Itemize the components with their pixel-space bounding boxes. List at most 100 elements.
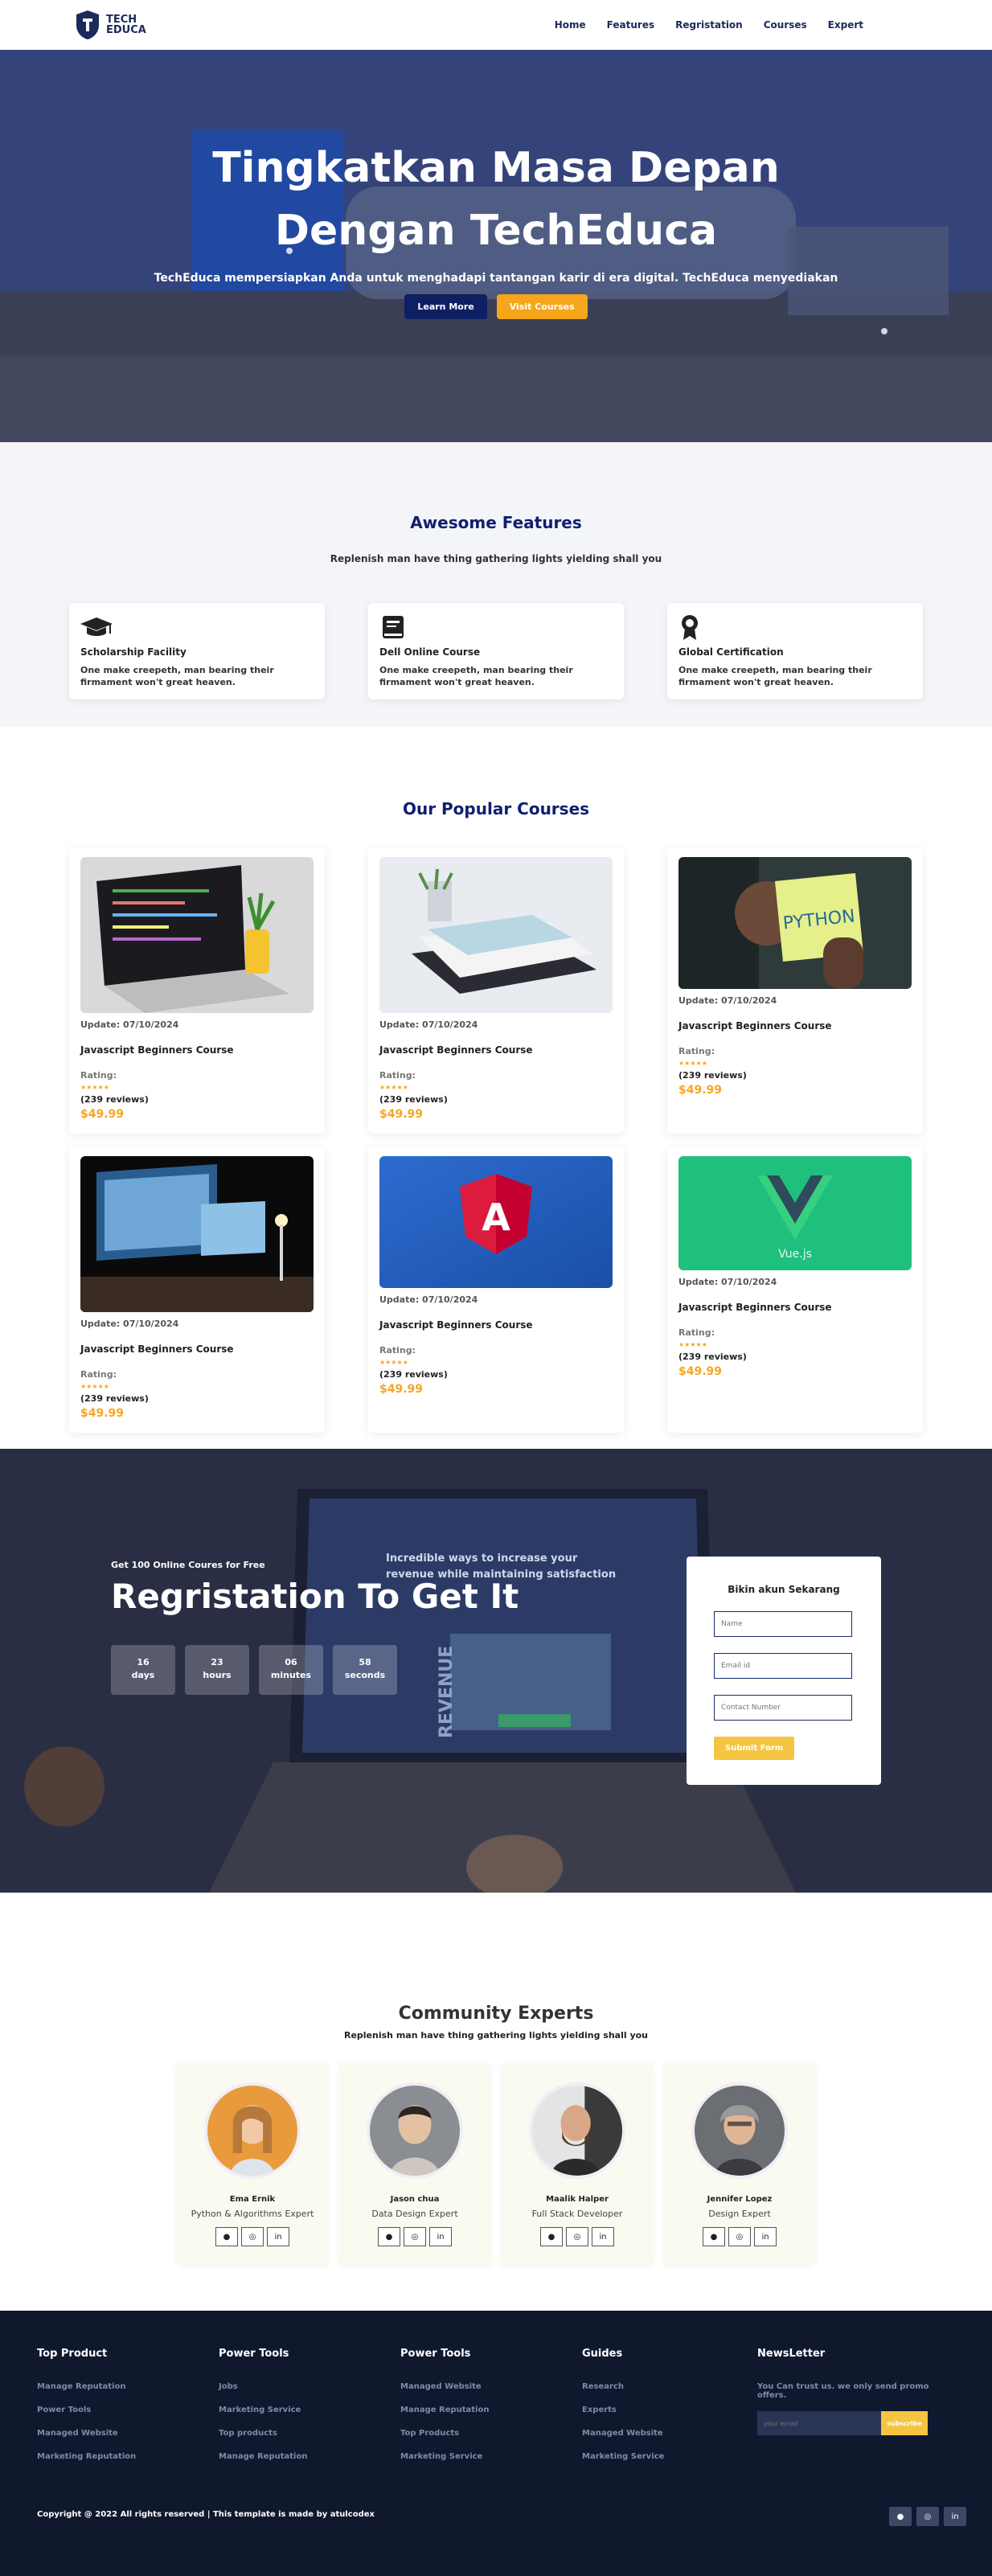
course-card[interactable]: A Update: 07/10/2024 Javascript Beginner… <box>368 1146 624 1433</box>
signup-form: Bikin akun Sekarang Submit Form <box>687 1557 881 1785</box>
footer-column: Guides Research Experts Managed Website … <box>582 2348 757 2461</box>
instagram-icon[interactable]: ◎ <box>916 2507 939 2526</box>
linkedin-icon[interactable]: in <box>944 2507 966 2526</box>
newsletter-title: NewsLetter <box>757 2348 826 2360</box>
course-card[interactable]: Update: 07/10/2024 Javascript Beginners … <box>368 847 624 1134</box>
footer-link[interactable]: Top products <box>219 2429 400 2438</box>
footer-link[interactable]: Marketing Service <box>219 2406 400 2414</box>
expert-role: Python & Algorithms Expert <box>191 2209 314 2219</box>
github-icon[interactable]: ● <box>703 2227 725 2246</box>
course-card[interactable]: Update: 07/10/2024 Javascript Beginners … <box>69 1146 325 1433</box>
feature-name: Scholarship Facility <box>80 646 187 658</box>
instagram-icon[interactable]: ◎ <box>728 2227 751 2246</box>
name-field[interactable] <box>714 1611 852 1637</box>
footer-column-title: Power Tools <box>400 2348 471 2360</box>
vue-logo-image: Vue.js <box>678 1156 912 1270</box>
experts-section: Community Experts Replenish man have thi… <box>0 1893 992 2311</box>
nav-link-features[interactable]: Features <box>607 19 654 31</box>
copyright-text: Copyright @ 2022 All rights reserved | T… <box>37 2510 375 2519</box>
linkedin-icon[interactable]: in <box>754 2227 777 2246</box>
footer-link[interactable]: Managed Website <box>582 2429 757 2438</box>
book-icon <box>383 616 404 638</box>
footer-link[interactable]: Power Tools <box>37 2406 219 2414</box>
star-rating-icon: ★★★★★ <box>80 1084 109 1091</box>
footer-link[interactable]: Marketing Service <box>400 2452 582 2461</box>
footer-link[interactable]: Jobs <box>219 2382 400 2391</box>
visit-courses-button[interactable]: Visit Courses <box>496 294 588 319</box>
hero-content: Tingkatkan Masa Depan Dengan TechEduca T… <box>0 50 992 319</box>
course-reviews: (239 reviews) <box>678 1352 747 1362</box>
courses-title: Our Popular Courses <box>402 799 590 818</box>
expert-socials: ● ◎ in <box>502 2227 653 2246</box>
instagram-icon[interactable]: ◎ <box>566 2227 588 2246</box>
course-price: $49.99 <box>379 1383 424 1396</box>
countdown-days: 16 days <box>111 1645 175 1695</box>
course-rating-label: Rating: <box>80 1070 117 1081</box>
footer-link[interactable]: Marketing Service <box>582 2452 757 2461</box>
course-name: Javascript Beginners Course <box>678 1020 832 1032</box>
countdown-minutes: 06 minutes <box>259 1645 323 1695</box>
instagram-icon[interactable]: ◎ <box>404 2227 426 2246</box>
course-name: Javascript Beginners Course <box>678 1302 832 1313</box>
linkedin-icon[interactable]: in <box>592 2227 614 2246</box>
subscribe-button[interactable]: subscribe <box>881 2411 928 2435</box>
logo[interactable]: TECH EDUCA <box>74 9 146 41</box>
experts-title: Community Experts <box>398 2004 594 2024</box>
footer-link[interactable]: Manage Reputation <box>219 2452 400 2461</box>
footer-link[interactable]: Experts <box>582 2406 757 2414</box>
expert-name: Jennifer Lopez <box>707 2195 773 2204</box>
nav-links: Home Features Regristation Courses Exper… <box>555 19 863 31</box>
footer-link[interactable]: Marketing Reputation <box>37 2452 219 2461</box>
linkedin-icon[interactable]: in <box>267 2227 289 2246</box>
footer-link[interactable]: Manage Reputation <box>37 2382 219 2391</box>
contact-number-field[interactable] <box>714 1695 852 1721</box>
countdown-seconds: 58 seconds <box>333 1645 397 1695</box>
course-card[interactable]: Vue.js Update: 07/10/2024 Javascript Beg… <box>667 1146 923 1433</box>
course-price: $49.99 <box>678 1084 723 1097</box>
course-price: $49.99 <box>80 1407 125 1420</box>
feature-card: Scholarship Facility One make creepeth, … <box>69 603 325 699</box>
github-icon[interactable]: ● <box>215 2227 238 2246</box>
course-rating-label: Rating: <box>379 1345 416 1356</box>
nav-link-registration[interactable]: Regristation <box>675 19 743 31</box>
footer-column-title: Guides <box>582 2348 623 2360</box>
registration-title: Regristation To Get It <box>111 1577 519 1616</box>
hero-title: Tingkatkan Masa Depan Dengan TechEduca <box>212 144 780 255</box>
course-reviews: (239 reviews) <box>379 1094 448 1105</box>
star-rating-icon: ★★★★★ <box>379 1084 408 1091</box>
nav-link-courses[interactable]: Courses <box>764 19 807 31</box>
linkedin-icon[interactable]: in <box>429 2227 452 2246</box>
github-icon[interactable]: ● <box>378 2227 400 2246</box>
submit-form-button[interactable]: Submit Form <box>714 1737 795 1760</box>
expert-role: Design Expert <box>708 2209 771 2219</box>
registration-section: Incredible ways to increase your revenue… <box>0 1449 992 1893</box>
github-icon[interactable]: ● <box>540 2227 563 2246</box>
github-icon[interactable]: ● <box>889 2507 912 2526</box>
newsletter-email-input[interactable] <box>757 2411 881 2435</box>
star-rating-icon: ★★★★★ <box>80 1383 109 1390</box>
course-price: $49.99 <box>379 1108 424 1121</box>
countdown-unit: hours <box>203 1670 232 1680</box>
course-reviews: (239 reviews) <box>80 1393 149 1404</box>
course-card[interactable]: PYTHON Update: 07/10/2024 Javascript Beg… <box>667 847 923 1134</box>
countdown-unit: days <box>131 1670 155 1680</box>
expert-card: Jason chua Data Design Expert ● ◎ in <box>339 2063 490 2264</box>
expert-role: Full Stack Developer <box>531 2209 623 2219</box>
course-card[interactable]: Update: 07/10/2024 Javascript Beginners … <box>69 847 325 1134</box>
footer-link[interactable]: Top Products <box>400 2429 582 2438</box>
nav-link-expert[interactable]: Expert <box>828 19 863 31</box>
footer-link[interactable]: Managed Website <box>400 2382 582 2391</box>
star-rating-icon: ★★★★★ <box>678 1341 707 1348</box>
footer-link[interactable]: Research <box>582 2382 757 2391</box>
course-name: Javascript Beginners Course <box>379 1044 533 1056</box>
countdown-value: 23 <box>211 1657 223 1667</box>
avatar <box>367 2082 463 2179</box>
instagram-icon[interactable]: ◎ <box>241 2227 264 2246</box>
footer-link[interactable]: Managed Website <box>37 2429 219 2438</box>
footer-column: Power Tools Jobs Marketing Service Top p… <box>219 2348 400 2461</box>
footer-link[interactable]: Manage Reputation <box>400 2406 582 2414</box>
star-rating-icon: ★★★★★ <box>379 1359 408 1366</box>
email-field[interactable] <box>714 1653 852 1679</box>
learn-more-button[interactable]: Learn More <box>404 294 487 319</box>
nav-link-home[interactable]: Home <box>555 19 586 31</box>
